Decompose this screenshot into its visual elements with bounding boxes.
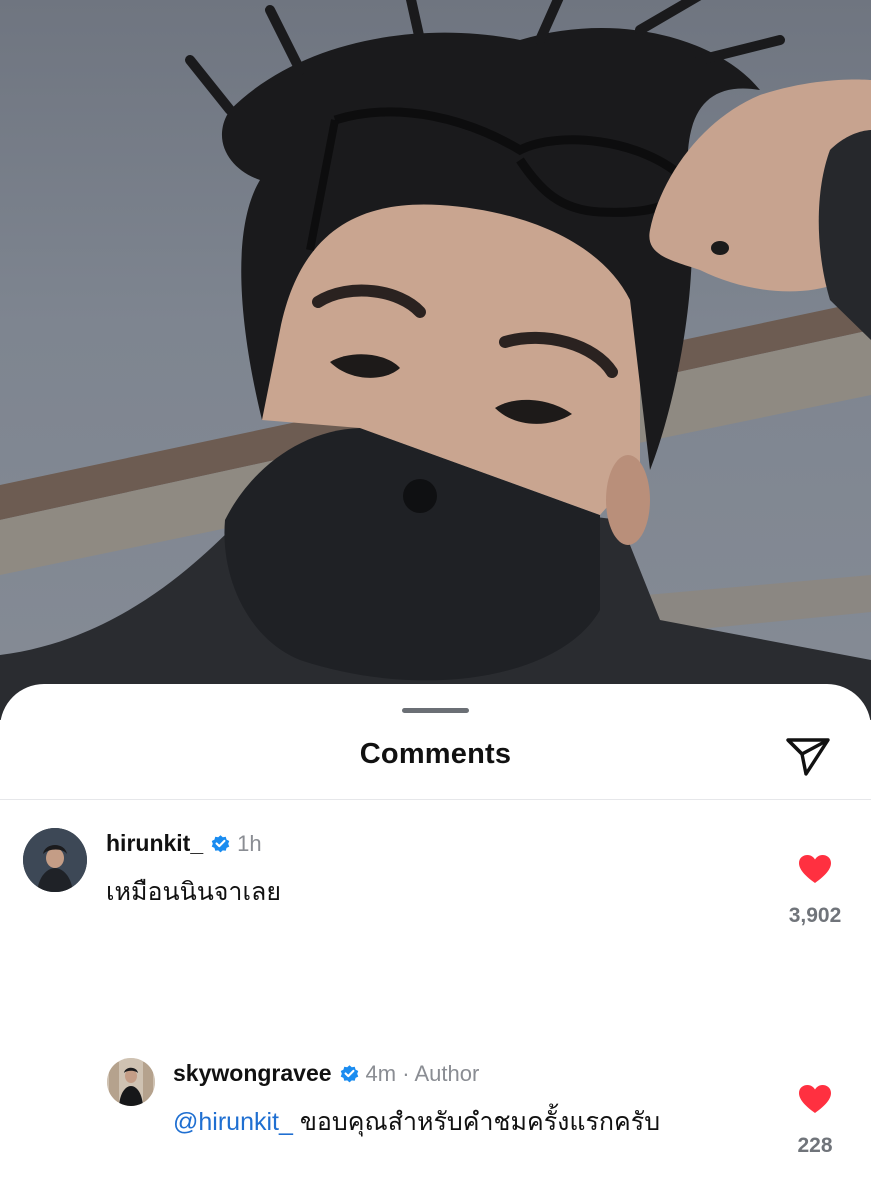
like-count: 228 — [797, 1134, 833, 1157]
sheet-title: Comments — [359, 738, 512, 770]
timestamp: 4m — [365, 1061, 397, 1086]
reply-text: @hirunkit_ ขอบคุณสำหรับคำชมครั้งแรกครับ — [173, 1102, 660, 1142]
comments-sheet: Comments hirunkit_ 1h เหมือนนินจาเลย 3,9… — [0, 684, 871, 1200]
reply-meta: skywongravee 4m · Author — [173, 1060, 479, 1087]
heart-filled-icon — [799, 1085, 831, 1113]
author-tag: Author — [414, 1061, 480, 1086]
post-photo — [0, 0, 871, 720]
sheet-divider — [0, 799, 871, 800]
username[interactable]: hirunkit_ — [106, 830, 203, 856]
avatar[interactable] — [23, 828, 87, 892]
drag-handle[interactable] — [402, 708, 469, 713]
meta-separator: · — [402, 1061, 410, 1086]
verified-badge-icon — [340, 1065, 358, 1083]
share-button[interactable] — [784, 734, 832, 778]
like-button[interactable] — [798, 1084, 832, 1114]
like-button[interactable] — [798, 854, 832, 884]
mention-link[interactable]: @hirunkit_ — [173, 1108, 293, 1136]
comment-text: เหมือนนินจาเลย — [106, 878, 281, 906]
timestamp: 1h — [237, 831, 262, 856]
avatar-image — [107, 1058, 155, 1106]
reply-message: ขอบคุณสำหรับคำชมครั้งแรกครับ — [299, 1108, 661, 1136]
comment-meta: hirunkit_ 1h — [106, 830, 262, 857]
paper-plane-icon — [786, 738, 830, 776]
like-count: 3,902 — [788, 904, 842, 927]
heart-filled-icon — [799, 855, 831, 883]
avatar[interactable] — [107, 1058, 155, 1106]
verified-badge-icon — [211, 835, 230, 853]
avatar-image — [23, 828, 87, 892]
selfie-image — [0, 0, 871, 720]
username[interactable]: skywongravee — [173, 1060, 332, 1086]
